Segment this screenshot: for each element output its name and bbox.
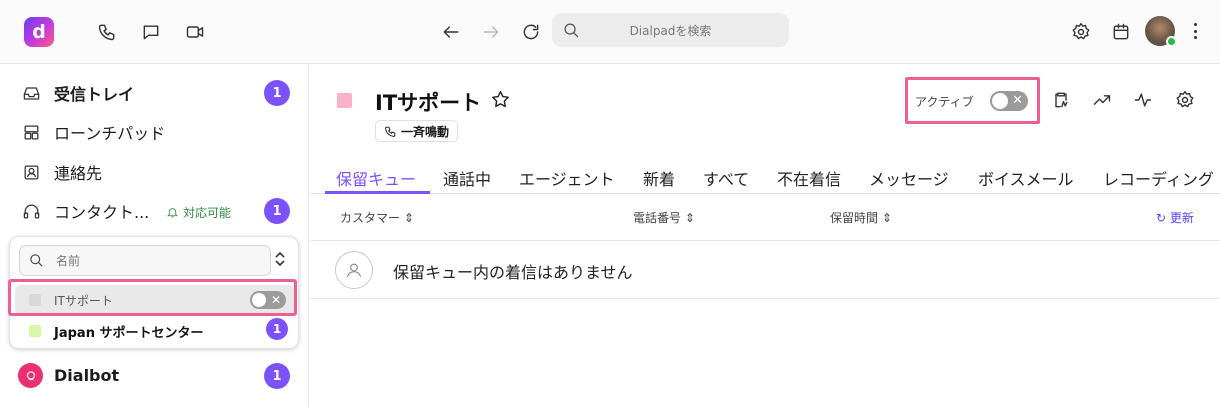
availability-status[interactable]: 対応可能 [166,204,231,221]
sidebar-item-label: ローンチパッド [54,124,166,143]
tab-recordings[interactable]: レコーディング [1103,166,1214,190]
star-icon[interactable] [490,89,512,111]
search-icon [563,22,580,39]
user-avatar[interactable] [1145,16,1177,47]
sort-icon: ⇕ [403,211,414,225]
sort-icon: ⇕ [684,211,695,225]
bell-icon [167,208,178,218]
divider [310,298,1220,299]
page-title: ITサポート [375,91,482,115]
divider [310,240,1220,241]
inbox-badge: 1 [264,80,290,106]
contact-center-badge: 1 [264,198,290,224]
search-icon [30,254,43,267]
center-color-swatch [337,93,352,108]
tab-voicemail[interactable]: ボイスメール [978,166,1074,190]
trending-icon[interactable] [1092,90,1114,112]
center-search-input[interactable] [56,253,236,268]
tab-on-call[interactable]: 通話中 [443,166,491,190]
back-arrow-icon[interactable] [439,20,463,44]
more-icon[interactable] [1190,20,1200,42]
refresh-icon: ↻ [1156,211,1167,225]
activity-icon[interactable] [1133,90,1155,112]
search-placeholder: Dialpadを検索 [629,23,712,38]
global-search[interactable]: Dialpadを検索 [552,13,789,47]
clipboard-icon[interactable] [1051,90,1073,112]
sidebar-item-contacts[interactable]: 連絡先 [20,157,102,187]
sidebar-item-label: Dialbot [54,366,120,385]
column-header-phone[interactable]: 電話番号 ⇕ [633,209,695,226]
video-icon[interactable] [183,20,207,44]
refresh-button[interactable]: ↻ 更新 [1156,209,1194,226]
queue-tabs: 保留キュー 通話中 エージェント 新着 すべて 不在着信 メッセージ ボイスメー… [310,158,1220,194]
calendar-icon[interactable] [1109,20,1133,44]
active-label: アクティブ [915,95,974,109]
tab-agents[interactable]: エージェント [519,166,615,190]
tab-new[interactable]: 新着 [643,166,675,190]
sidebar-item-inbox[interactable]: 受信トレイ [20,78,134,108]
forward-arrow-icon[interactable] [479,20,503,44]
dialbot-icon [18,363,43,388]
tab-all[interactable]: すべて [703,166,749,190]
center-search-field[interactable] [19,245,271,276]
center-item-badge: 1 [266,318,288,340]
sort-icon: ⇕ [881,211,892,225]
sidebar-item-launchpad[interactable]: ローンチパッド [20,117,165,147]
center-item-label: Japan サポートセンター [54,325,204,341]
main-panel: ITサポート 一斉鳴動 アクティブ ✕ 保留キュー 通話中 エージェント 新着 … [310,65,1220,407]
settings-icon[interactable] [1175,90,1197,112]
contacts-icon [20,161,42,183]
sidebar-item-contact-center[interactable]: コンタクト... [20,196,149,226]
person-icon [335,251,373,289]
dialpad-logo[interactable]: d [24,17,54,47]
sidebar-item-label: 連絡先 [54,164,103,183]
phone-icon[interactable] [95,20,119,44]
tab-hold-queue[interactable]: 保留キュー [336,166,416,190]
empty-state-message: 保留キュー内の着信はありません [393,263,633,282]
tab-missed[interactable]: 不在着信 [777,166,841,190]
reload-icon[interactable] [519,20,543,44]
ring-strategy-chip[interactable]: 一斉鳴動 [375,120,459,142]
inbox-icon [20,82,42,104]
center-item-japan-support[interactable]: Japan サポートセンター 1 [15,318,295,344]
headset-icon [20,200,42,222]
settings-icon[interactable] [1069,20,1093,44]
phone-icon [385,126,396,137]
sidebar-item-label: コンタクト... [54,203,150,222]
highlight-box [8,279,297,316]
dialbot-badge: 1 [264,363,290,389]
tab-messages[interactable]: メッセージ [869,166,949,190]
chat-icon[interactable] [139,20,163,44]
launchpad-icon [20,121,42,143]
column-header-customer[interactable]: カスタマー ⇕ [340,209,414,226]
online-status-dot [1166,36,1177,47]
center-color-swatch [29,325,41,337]
sidebar-item-label: 受信トレイ [54,85,135,104]
top-bar: d Dialpadを検索 [0,0,1220,64]
sidebar-item-dialbot[interactable]: Dialbot [18,363,119,388]
active-toggle[interactable]: ✕ [990,91,1028,111]
sort-chevrons-icon[interactable] [274,251,288,271]
close-icon: ✕ [1012,93,1023,108]
column-header-hold-time[interactable]: 保留時間 ⇕ [830,209,892,226]
active-tab-indicator [325,191,430,194]
